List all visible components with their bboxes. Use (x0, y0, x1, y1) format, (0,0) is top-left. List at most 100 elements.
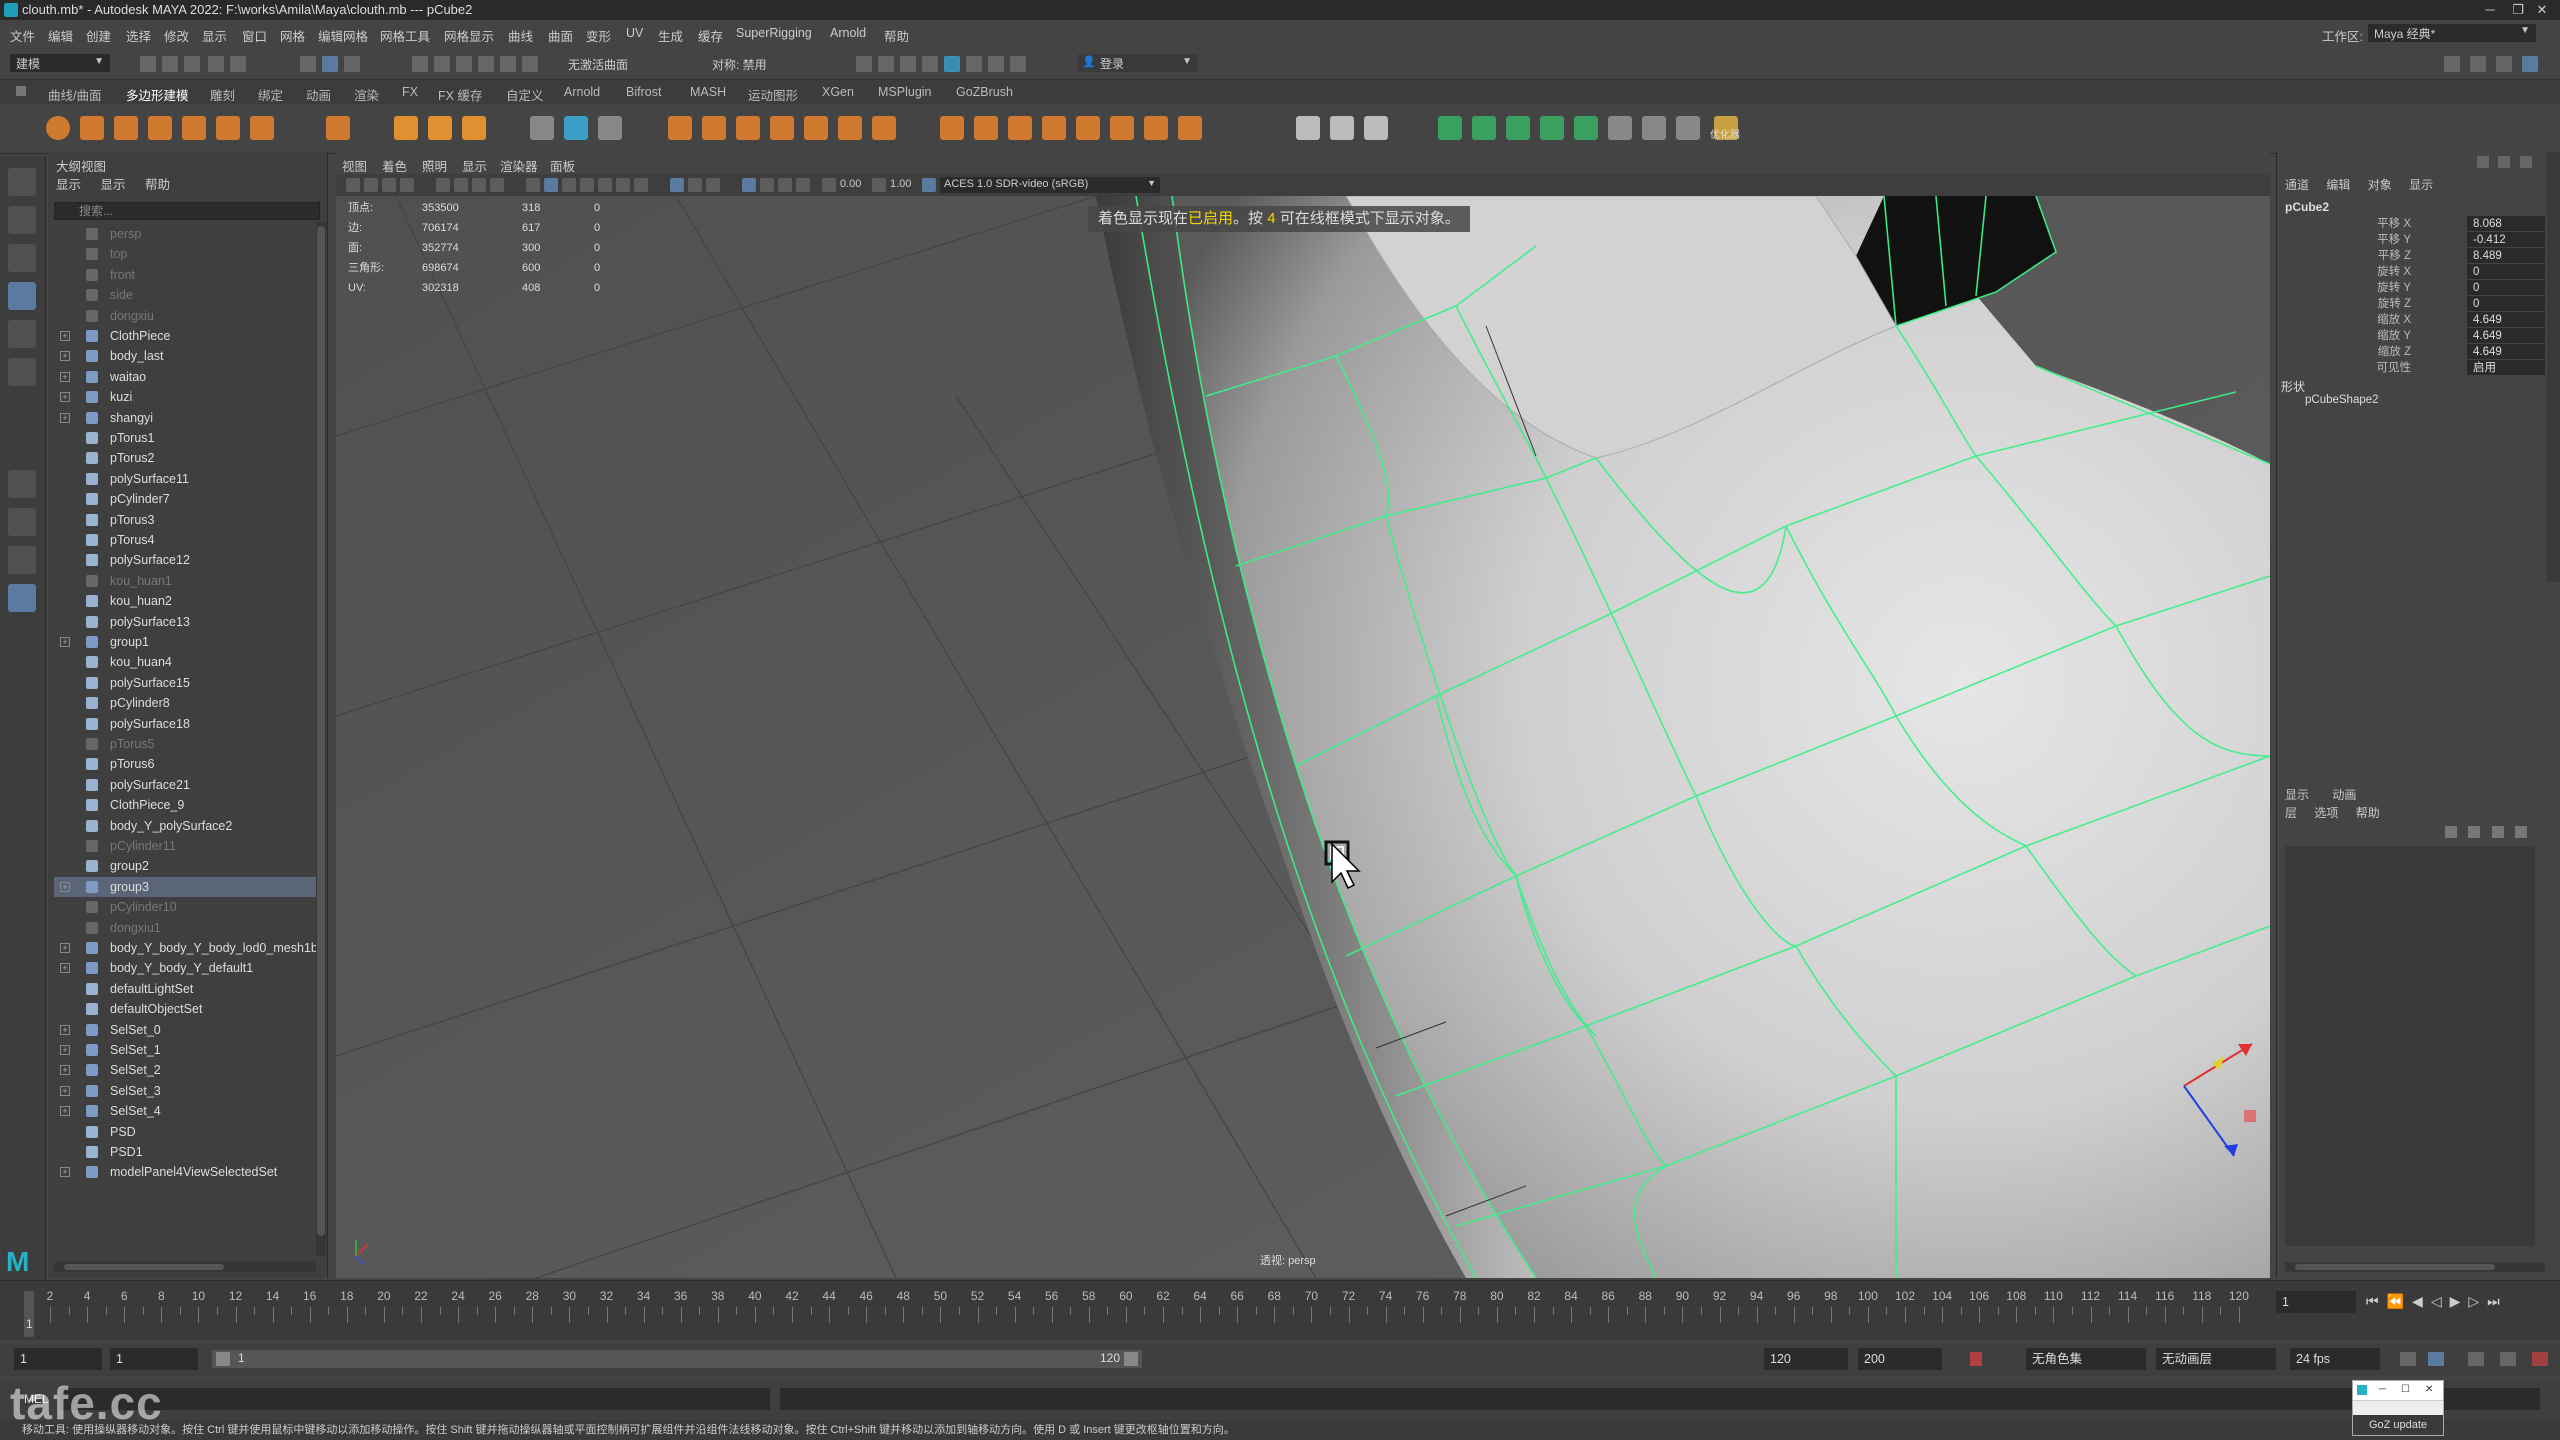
menu-arnold[interactable]: Arnold (830, 26, 866, 40)
snap-view-icon[interactable] (478, 56, 494, 72)
isolate-select-icon[interactable] (688, 178, 702, 192)
outliner-item[interactable]: pCylinder10 (54, 897, 316, 917)
exposure-icon[interactable] (822, 178, 836, 192)
shelf-tab-animation[interactable]: 动画 (306, 85, 331, 104)
viewport-menu-panels[interactable]: 面板 (550, 156, 575, 175)
outliner-item[interactable]: + body_Y_body_Y_default1 (54, 958, 316, 978)
layer-move-up-icon[interactable] (2445, 826, 2457, 838)
smooth-icon[interactable] (668, 116, 692, 140)
channel-value-field[interactable]: 启用 (2467, 360, 2545, 375)
animation-start-field[interactable]: 1 (14, 1348, 102, 1370)
paint-select-tool-icon[interactable] (8, 244, 36, 272)
go-to-start-icon[interactable]: ⏮ (2366, 1293, 2387, 1309)
outliner-item[interactable]: + kuzi (54, 387, 316, 407)
menu-select[interactable]: 选择 (126, 26, 151, 45)
menu-deform[interactable]: 变形 (586, 26, 611, 45)
poly-disc-icon[interactable] (250, 116, 274, 140)
outliner-item[interactable]: defaultLightSet (54, 979, 316, 999)
camera-attributes-icon[interactable] (364, 178, 378, 192)
outliner-layout-icon[interactable] (8, 584, 36, 612)
step-back-key-icon[interactable]: ⏪ (2387, 1293, 2412, 1309)
wireframe-on-shaded-icon[interactable] (580, 178, 594, 192)
outliner-item[interactable]: polySurface18 (54, 714, 316, 734)
shelf-tab-bifrost[interactable]: Bifrost (626, 85, 661, 99)
shelf-tab-curves[interactable]: 曲线/曲面 (48, 85, 101, 104)
outliner-item[interactable]: polySurface21 (54, 775, 316, 795)
menu-mesh[interactable]: 网格 (280, 26, 305, 45)
render-icon[interactable] (856, 56, 872, 72)
bookmark-icon[interactable] (382, 178, 396, 192)
channel-row[interactable]: 平移 Z 8.489 (2277, 248, 2560, 264)
offset-edge-loop-icon[interactable] (1042, 116, 1066, 140)
new-scene-icon[interactable] (140, 56, 156, 72)
gamma-value[interactable]: 1.00 (890, 178, 911, 190)
sound-icon[interactable] (2468, 1352, 2484, 1366)
viewport-3d-canvas[interactable]: 顶点: 353500 318 0 边: 706174 617 0 面: 352774 300 0 三角形… (336, 196, 2270, 1278)
outliner-item[interactable]: + SelSet_1 (54, 1040, 316, 1060)
channel-value-field[interactable]: 0 (2467, 264, 2545, 279)
outliner-horizontal-scrollbar[interactable] (54, 1262, 316, 1272)
menu-surfaces[interactable]: 曲面 (548, 26, 573, 45)
outliner-item[interactable]: + ClothPiece (54, 326, 316, 346)
channel-row[interactable]: 缩放 X 4.649 (2277, 312, 2560, 328)
channel-value-field[interactable]: 0 (2467, 296, 2545, 311)
boolean-icon[interactable] (702, 116, 726, 140)
expand-icon[interactable]: + (60, 1065, 70, 1076)
snap-surface-icon[interactable] (500, 56, 516, 72)
layer-menu-layers[interactable]: 层 (2285, 806, 2297, 820)
viewport-menu-view[interactable]: 视图 (342, 156, 367, 175)
super-shape-icon[interactable] (394, 116, 418, 140)
text-icon[interactable] (428, 116, 452, 140)
menu-mesh-tools[interactable]: 网格工具 (380, 26, 430, 45)
color-management-icon[interactable] (922, 178, 936, 192)
shelf-tab-custom[interactable]: 自定义 (506, 85, 544, 104)
goz-minimize-icon[interactable]: ─ (2379, 1384, 2386, 1395)
outliner-item[interactable]: polySurface15 (54, 673, 316, 693)
fill-hole-icon[interactable] (872, 116, 896, 140)
outliner-search-input[interactable]: 搜索... (54, 202, 320, 220)
shadows-icon[interactable] (634, 178, 648, 192)
outliner-item[interactable]: + group3 (54, 876, 316, 897)
expand-icon[interactable]: + (60, 637, 70, 647)
select-object-icon[interactable] (322, 56, 338, 72)
ambient-occlusion-icon[interactable] (706, 178, 720, 192)
outliner-item[interactable]: + shangyi (54, 408, 316, 428)
single-view-icon[interactable] (8, 470, 36, 498)
outliner-item[interactable]: PSD (54, 1122, 316, 1142)
auto-key-icon[interactable] (1970, 1352, 1982, 1366)
menu-generate[interactable]: 生成 (658, 26, 683, 45)
menu-modify[interactable]: 修改 (164, 26, 189, 45)
passive-collider-icon[interactable] (1472, 116, 1496, 140)
grid-icon[interactable] (1608, 116, 1632, 140)
expand-icon[interactable]: + (60, 943, 70, 953)
time-slider[interactable]: 2 4 6 8 10 12 14 16 18 20 22 24 26 28 30 32 34 36 38 40 42 44… (0, 1280, 2560, 1340)
mirror-icon[interactable] (736, 116, 760, 140)
arnold-render-icon[interactable] (944, 56, 960, 72)
anti-aliasing-icon[interactable] (742, 178, 756, 192)
layer-horizontal-scrollbar[interactable] (2285, 1262, 2545, 1272)
outliner-item[interactable]: + SelSet_3 (54, 1081, 316, 1101)
scale-tool-icon[interactable] (8, 358, 36, 386)
outliner-item[interactable]: defaultObjectSet (54, 999, 316, 1019)
tool-settings-toggle-icon[interactable] (2496, 56, 2512, 72)
menu-edit[interactable]: 编辑 (48, 26, 73, 45)
outliner-item[interactable]: dongxiu1 (54, 918, 316, 938)
select-hierarchy-icon[interactable] (300, 56, 316, 72)
outliner-item[interactable]: body_Y_polySurface2 (54, 816, 316, 836)
outliner-item[interactable]: pTorus1 (54, 428, 316, 448)
poly-plane-icon[interactable] (216, 116, 240, 140)
outliner-item[interactable]: ClothPiece_9 (54, 795, 316, 815)
outliner-item[interactable]: pTorus3 (54, 510, 316, 530)
channel-value-field[interactable]: 4.649 (2467, 344, 2545, 359)
outliner-item[interactable]: + SelSet_4 (54, 1101, 316, 1121)
channel-value-field[interactable]: 8.489 (2467, 248, 2545, 263)
layer-menu-help[interactable]: 帮助 (2356, 806, 2380, 820)
menu-curves[interactable]: 曲线 (508, 26, 533, 45)
channel-box-toggle-icon[interactable] (2522, 56, 2538, 72)
expand-icon[interactable]: + (60, 1085, 70, 1096)
layer-tab-anim[interactable]: 动画 (2332, 788, 2356, 802)
current-frame-marker[interactable]: 1 (24, 1291, 34, 1337)
channel-value-field[interactable]: 8.068 (2467, 216, 2545, 231)
outliner-item[interactable]: persp (54, 224, 316, 244)
shelf-tab-rendering[interactable]: 渲染 (354, 85, 379, 104)
